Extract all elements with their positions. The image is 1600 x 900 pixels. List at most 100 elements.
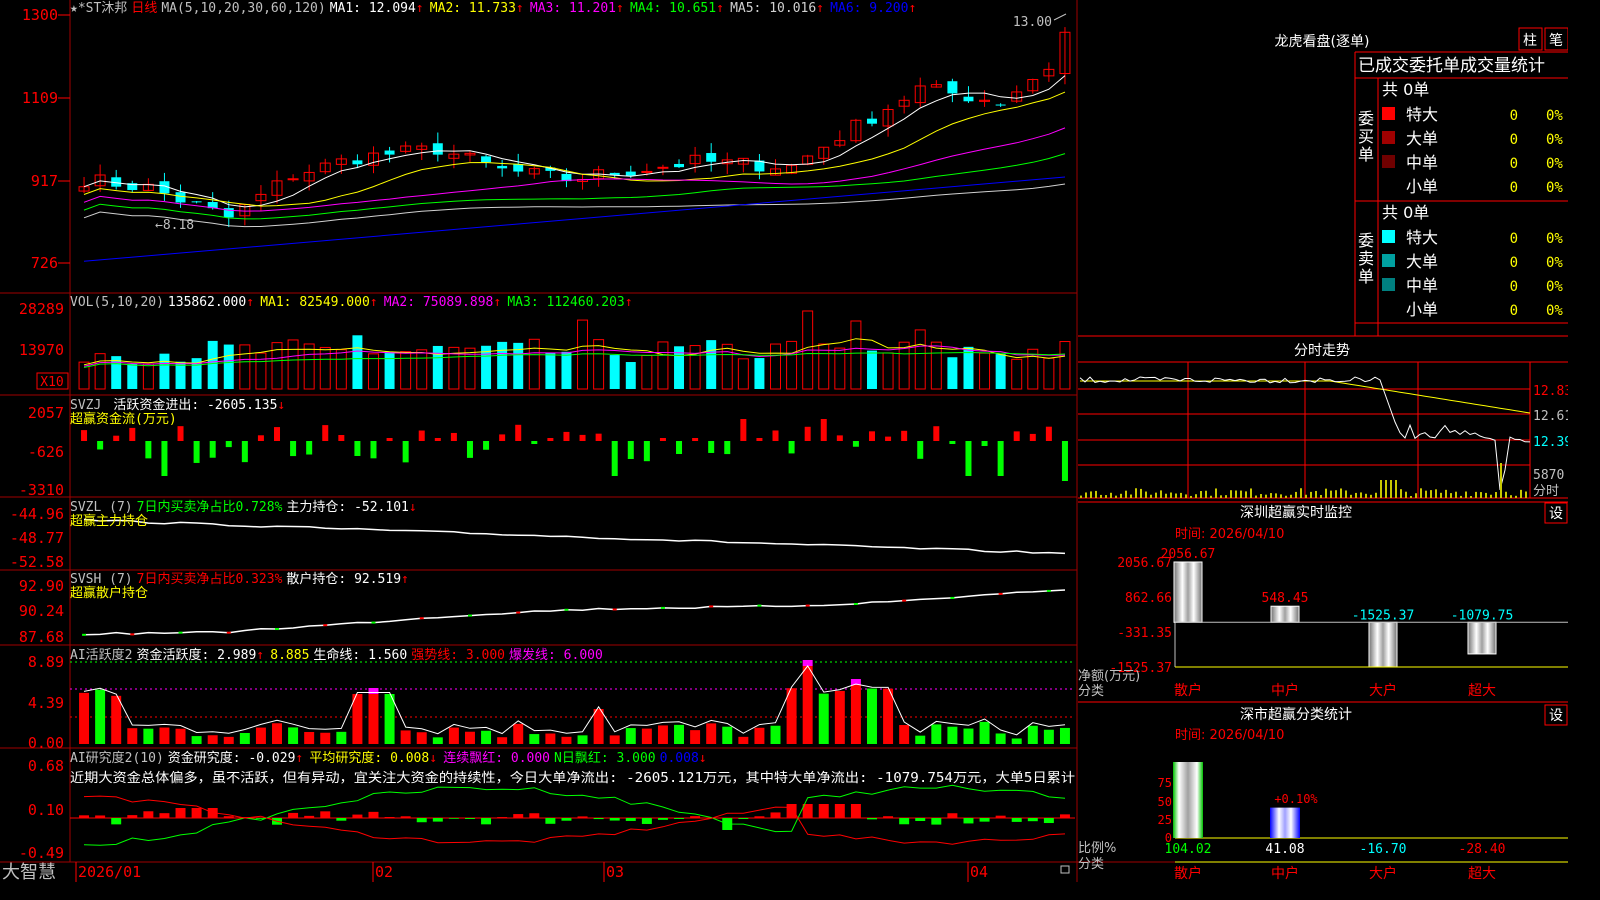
activity-bar bbox=[111, 695, 122, 744]
retail-holding-dot bbox=[660, 606, 665, 609]
intraday-volume-bar bbox=[1525, 491, 1527, 498]
volume-bar-down bbox=[384, 351, 395, 389]
classify-bar-中户[interactable] bbox=[1270, 807, 1300, 838]
ai-research-item-4: N日飘红: 3.000 bbox=[554, 750, 656, 766]
order-percent: 0% bbox=[1546, 231, 1563, 247]
intraday-volume-bar bbox=[1270, 493, 1272, 498]
candle-down bbox=[706, 153, 717, 162]
fund-flow-bar-out bbox=[306, 441, 313, 455]
research-bar-neg bbox=[593, 818, 604, 820]
trend-arrow-icon: ↑ bbox=[516, 1, 524, 16]
ai-activity-item-2: 8.885 bbox=[270, 648, 309, 663]
monitor-bar-散户[interactable] bbox=[1174, 562, 1202, 623]
volume-panel[interactable]: 28289 13970 X10 bbox=[19, 300, 1071, 390]
candle-down bbox=[947, 81, 958, 94]
svzj-header: SVZJ bbox=[70, 398, 101, 413]
fund-flow-bar-in bbox=[692, 438, 699, 441]
volume-bar-up bbox=[1059, 341, 1071, 390]
fund-flow-bar-in bbox=[322, 425, 329, 441]
intraday-volume-bar bbox=[1485, 492, 1487, 498]
research-bar-neg bbox=[625, 818, 636, 821]
volume-bar-down bbox=[175, 361, 186, 389]
monitor-bar-中户[interactable] bbox=[1271, 606, 1299, 623]
research-bar-pos bbox=[786, 804, 797, 818]
ai-research-item-5: 0.008 bbox=[660, 751, 699, 766]
volume-bar-up bbox=[850, 320, 862, 390]
research-bar-neg bbox=[336, 818, 347, 821]
monitor-category-label: 散户 bbox=[1174, 682, 1202, 699]
intraday-volume-bar bbox=[1445, 489, 1447, 498]
classify-value-label: 104.02 bbox=[1165, 842, 1212, 857]
intraday-volume-unit: 分时 bbox=[1533, 484, 1559, 499]
column-mode-button[interactable]: 柱 bbox=[1523, 33, 1537, 49]
activity-bar bbox=[706, 723, 717, 744]
volume-bar-up bbox=[737, 358, 749, 390]
fund-flow-bar-in bbox=[386, 438, 393, 441]
fund-flow-bar-in bbox=[563, 431, 570, 441]
order-count: 0 bbox=[1510, 108, 1518, 124]
fund-flow-bar-out bbox=[531, 441, 538, 444]
order-size-label: 特大 bbox=[1406, 228, 1438, 247]
intraday-volume-bar bbox=[1200, 491, 1202, 498]
monitor-settings-button[interactable]: 设 bbox=[1549, 506, 1563, 522]
tick-mode-button[interactable]: 笔 bbox=[1549, 33, 1563, 49]
intraday-volume-bar bbox=[1380, 480, 1382, 498]
intraday-volume-bar bbox=[1375, 492, 1377, 498]
classify-bar-散户[interactable] bbox=[1173, 762, 1203, 838]
intraday-volume-bar bbox=[1465, 491, 1467, 498]
intraday-volume-bar bbox=[1240, 490, 1242, 498]
volume-bar-down bbox=[545, 353, 556, 389]
order-percent: 0% bbox=[1546, 303, 1563, 319]
research-bar-neg bbox=[963, 818, 974, 824]
activity-bar bbox=[272, 723, 282, 744]
activity-peak-cap bbox=[802, 660, 813, 666]
svsh-panel[interactable]: 92.90 90.24 87.68 bbox=[19, 577, 1066, 646]
research-bar-pos bbox=[529, 813, 540, 818]
volume-bar-up bbox=[689, 345, 701, 390]
ai-activity-panel[interactable]: 8.89 4.39 0.00 bbox=[28, 653, 1075, 752]
trend-arrow-icon: ↑ bbox=[416, 1, 424, 16]
activity-bar bbox=[1011, 738, 1022, 744]
activity-bar bbox=[802, 666, 813, 744]
volume-bar-up bbox=[142, 363, 154, 390]
intraday-volume-bar bbox=[1385, 480, 1387, 498]
date-label: 03 bbox=[606, 863, 624, 881]
intraday-volume-bar bbox=[1420, 488, 1422, 498]
ai-research-y-tick: 0.68 bbox=[28, 757, 64, 775]
research-bar-pos bbox=[143, 811, 154, 818]
activity-bar bbox=[561, 736, 572, 744]
order-percent: 0% bbox=[1546, 279, 1563, 295]
research-bar-pos bbox=[127, 815, 138, 818]
intraday-volume-bar bbox=[1225, 495, 1227, 498]
research-bar-pos bbox=[352, 814, 363, 818]
research-bar-pos bbox=[497, 817, 508, 818]
svsh-y-tick: 87.68 bbox=[19, 628, 64, 646]
order-percent: 0% bbox=[1546, 180, 1563, 196]
research-bar-neg bbox=[432, 818, 443, 822]
order-size-label: 大单 bbox=[1406, 252, 1438, 271]
monitor-bar-大户[interactable] bbox=[1369, 622, 1397, 667]
order-count: 0 bbox=[1510, 279, 1518, 295]
ma-line-6 bbox=[83, 176, 1066, 262]
retail-holding-dot bbox=[709, 605, 714, 608]
intraday-volume-bar bbox=[1400, 489, 1402, 498]
intraday-volume-bar bbox=[1125, 490, 1127, 498]
sell-total: 共 0单 bbox=[1382, 203, 1429, 222]
order-size-label: 中单 bbox=[1406, 276, 1438, 295]
classify-settings-button[interactable]: 设 bbox=[1549, 708, 1563, 724]
volume-bar-up bbox=[818, 343, 830, 390]
svsh-header: SVSH (7) bbox=[70, 572, 133, 587]
activity-bar bbox=[448, 727, 459, 744]
research-bar-pos bbox=[175, 808, 186, 818]
volume-bar-up bbox=[335, 349, 347, 390]
research-bar-pos bbox=[304, 815, 315, 818]
retail-holding-dot bbox=[419, 617, 424, 620]
candle-down bbox=[674, 163, 685, 168]
volume-bar-up bbox=[979, 352, 991, 390]
price-panel[interactable]: 1300 1109 917 726 13.00 ←8.18 bbox=[22, 6, 1071, 272]
intraday-volume-bar bbox=[1150, 494, 1152, 498]
research-bar-pos bbox=[818, 804, 829, 818]
fund-flow-bar-out bbox=[97, 441, 104, 450]
monitor-bar-超大[interactable] bbox=[1468, 622, 1496, 654]
activity-bar bbox=[722, 726, 733, 744]
